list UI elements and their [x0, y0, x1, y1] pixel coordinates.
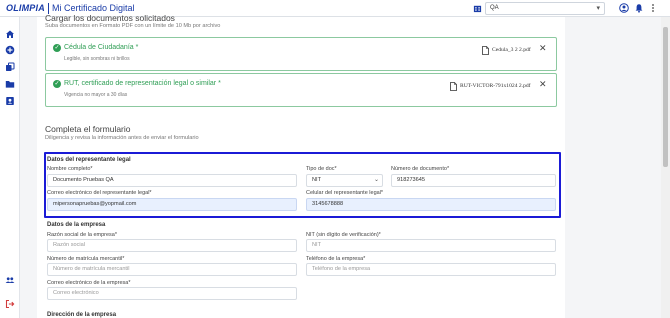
more-vertical-icon[interactable]: [648, 3, 658, 13]
document-name: RUT, certificado de representación legal…: [64, 80, 221, 87]
contact-card-icon[interactable]: [5, 96, 15, 106]
tenant-select-value: QA: [490, 5, 499, 11]
logout-icon[interactable]: [5, 299, 15, 309]
company-email-label: Correo electrónico de la empresa*: [47, 280, 131, 286]
company-phone-label: Teléfono de la empresa*: [306, 256, 366, 262]
nit-input[interactable]: NIT: [306, 239, 556, 252]
business-name-label: Razón social de la empresa*: [47, 232, 118, 238]
account-icon[interactable]: [619, 3, 629, 13]
building-icon: [473, 5, 482, 13]
bell-icon[interactable]: [634, 3, 644, 13]
document-name: Cédula de Ciudadanía *: [64, 44, 139, 51]
company-phone-input[interactable]: Teléfono de la empresa: [306, 263, 556, 276]
remove-file-close-icon[interactable]: ✕: [539, 43, 547, 53]
copy-icon[interactable]: [5, 62, 15, 72]
legal-rep-highlight-box: [44, 152, 561, 218]
uploaded-file-name[interactable]: Cedula_3 2 2.pdf: [492, 47, 531, 53]
check-circle-icon: ✓: [53, 44, 61, 52]
left-nav-rail: [0, 17, 20, 318]
document-upload-item: ✓ RUT, certificado de representación leg…: [45, 73, 557, 107]
registration-input[interactable]: Número de matrícula mercantil: [47, 263, 297, 276]
registration-label: Número de matrícula mercantil*: [47, 256, 125, 262]
home-icon[interactable]: [5, 29, 15, 39]
chevron-down-icon: ▾: [596, 5, 600, 12]
documents-section-subtitle: Suba documentos en Formato PDF con un lí…: [45, 23, 221, 29]
users-icon[interactable]: [5, 275, 15, 285]
company-email-input[interactable]: Correo electrónico: [47, 287, 297, 300]
documents-section-title: Cargar los documentos solicitados: [45, 13, 175, 23]
document-upload-item: ✓ Cédula de Ciudadanía * Legible, sin so…: [45, 37, 557, 71]
nit-label: NIT (sin dígito de verificación)*: [306, 232, 381, 238]
file-icon: [450, 82, 457, 91]
company-group-title: Datos de la empresa: [47, 222, 106, 228]
uploaded-file-name[interactable]: RUT-VICTOR-791x1024 2.pdf: [460, 83, 531, 89]
brand-logo: OLIMPIA: [6, 3, 45, 13]
form-section-title: Completa el formulario: [45, 124, 131, 134]
form-section-subtitle: Diligencia y revisa la información antes…: [45, 135, 199, 141]
business-name-input[interactable]: Razón social: [47, 239, 297, 252]
document-description: Legible, sin sombras ni brillos: [64, 56, 130, 62]
page-scrollbar-thumb[interactable]: [663, 27, 668, 167]
tenant-select[interactable]: QA ▾: [485, 2, 605, 15]
file-icon: [482, 46, 489, 55]
folder-icon[interactable]: [5, 79, 15, 89]
add-circle-icon[interactable]: [5, 45, 15, 55]
app-title: Mi Certificado Digital: [52, 3, 135, 13]
check-circle-icon: ✓: [53, 80, 61, 88]
document-description: Vigencia no mayor a 30 días: [64, 92, 128, 98]
remove-file-close-icon[interactable]: ✕: [539, 79, 547, 89]
company-address-title: Dirección de la empresa: [47, 312, 117, 318]
